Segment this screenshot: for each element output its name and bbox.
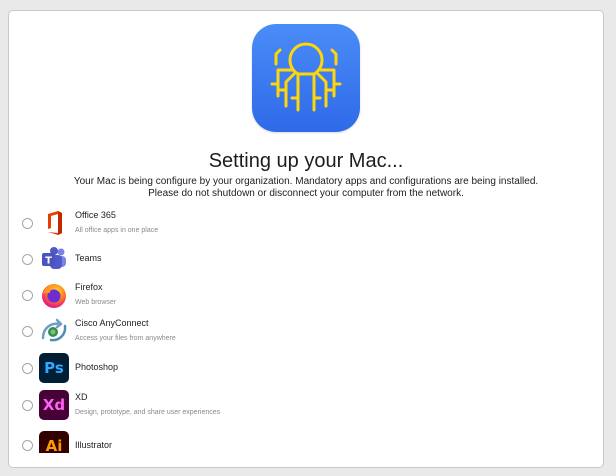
firefox-icon (39, 280, 69, 310)
app-desc-office-365: All office apps in one place (75, 227, 159, 234)
app-desc-firefox: Web browser (75, 299, 117, 306)
page-title: Setting up your Mac... (208, 150, 404, 172)
photoshop-icon: Ps (39, 353, 69, 383)
radio-xd[interactable] (22, 400, 33, 411)
app-name-photoshop: Photoshop (75, 362, 119, 372)
subtitle-line-2: Please do not shutdown or disconnect you… (148, 188, 464, 199)
app-row-office-365[interactable]: Office 365 All office apps in one place (9, 208, 603, 238)
radio-firefox[interactable] (22, 290, 33, 301)
app-name-firefox: Firefox (75, 282, 103, 292)
setup-window: Setting up your Mac... Your Mac is being… (8, 10, 604, 468)
xd-glyph: Xd (39, 390, 69, 420)
subtitle-line-1: Your Mac is being configure by your orga… (73, 176, 539, 187)
app-row-xd[interactable]: Xd XD Design, prototype, and share user … (9, 390, 603, 420)
office-365-icon (39, 208, 69, 238)
app-name-cisco-anyconnect: Cisco AnyConnect (75, 318, 149, 328)
app-row-illustrator[interactable]: Ai Illustrator (9, 427, 603, 453)
app-name-office-365: Office 365 (75, 210, 116, 220)
teams-icon: T (39, 244, 69, 274)
photoshop-glyph: Ps (39, 353, 69, 383)
radio-illustrator[interactable] (22, 440, 33, 451)
illustrator-glyph: Ai (39, 431, 69, 453)
app-name-xd: XD (75, 392, 88, 402)
radio-office-365[interactable] (22, 218, 33, 229)
radio-cisco-anyconnect[interactable] (22, 326, 33, 337)
app-name-illustrator: Illustrator (75, 440, 113, 450)
octopus-logo-icon (252, 24, 360, 132)
illustrator-icon: Ai (39, 427, 69, 453)
app-name-teams: Teams (75, 253, 102, 263)
app-row-teams[interactable]: T Teams (9, 244, 603, 274)
app-row-firefox[interactable]: Firefox Web browser (9, 280, 603, 310)
radio-photoshop[interactable] (22, 363, 33, 374)
xd-icon: Xd (39, 390, 69, 420)
cisco-anyconnect-icon (39, 316, 69, 346)
radio-teams[interactable] (22, 254, 33, 265)
app-row-photoshop[interactable]: Ps Photoshop (9, 353, 603, 383)
app-row-cisco-anyconnect[interactable]: Cisco AnyConnect Access your files from … (9, 316, 603, 346)
app-desc-cisco-anyconnect: Access your files from anywhere (75, 335, 176, 342)
svg-text:T: T (45, 256, 52, 267)
page-subtitle: Your Mac is being configure by your orga… (9, 176, 603, 200)
app-desc-xd: Design, prototype, and share user experi… (75, 409, 221, 416)
